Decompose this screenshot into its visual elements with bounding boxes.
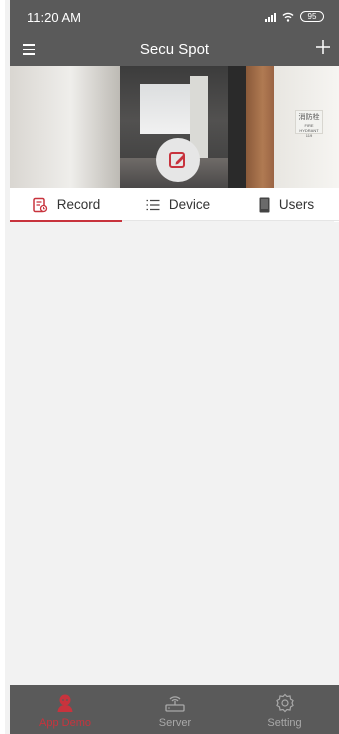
tab-record-label: Record xyxy=(56,197,101,212)
user-icon xyxy=(10,693,120,713)
app-header: Secu Spot xyxy=(10,32,339,66)
photo-sign-subtext: FIRE HYDRANT 119 xyxy=(299,123,319,138)
photo-wall-left xyxy=(10,66,120,188)
photo-sign-text: 消防栓 xyxy=(298,114,320,121)
top-bar: 11:20 AM 95 Secu Spot xyxy=(10,0,339,66)
tab-device-label: Device xyxy=(168,197,211,212)
signal-icon xyxy=(265,12,276,22)
nav-app-demo[interactable]: App Demo xyxy=(10,685,120,734)
status-bar: 11:20 AM 95 xyxy=(10,0,339,32)
nav-setting[interactable]: Setting xyxy=(230,685,339,734)
status-icons: 95 xyxy=(265,11,324,22)
record-icon xyxy=(32,197,48,213)
list-icon xyxy=(146,199,160,211)
tab-device[interactable]: Device xyxy=(122,188,234,221)
nav-server-label: Server xyxy=(158,717,192,729)
status-time: 11:20 AM xyxy=(27,10,81,25)
tab-users[interactable]: Users xyxy=(234,188,339,221)
phone-screen: 11:20 AM 95 Secu Spot 消防栓 FIRE HYDRANT 1… xyxy=(0,0,339,734)
nav-setting-label: Setting xyxy=(267,717,302,729)
battery-icon: 95 xyxy=(300,11,324,22)
add-icon[interactable] xyxy=(314,38,332,56)
tab-bar: Record Device Users xyxy=(10,188,339,222)
record-list-area[interactable] xyxy=(10,222,339,685)
tab-record[interactable]: Record xyxy=(10,188,122,222)
nav-app-demo-label: App Demo xyxy=(39,717,91,729)
phone-icon xyxy=(259,197,270,213)
edit-button[interactable] xyxy=(156,138,200,182)
photo-sign: 消防栓 FIRE HYDRANT 119 xyxy=(295,110,323,138)
wifi-icon xyxy=(282,12,294,22)
nav-server[interactable]: Server xyxy=(120,685,230,734)
photo-door-frame xyxy=(228,66,246,188)
tab-users-label: Users xyxy=(278,197,315,212)
photo-window xyxy=(140,84,195,134)
router-icon xyxy=(120,693,230,713)
edit-icon xyxy=(169,152,185,168)
gear-icon xyxy=(230,693,339,713)
photo-wood-panel xyxy=(246,66,274,188)
page-title: Secu Spot xyxy=(139,41,210,58)
bottom-nav: App Demo Server Setting xyxy=(10,685,339,734)
